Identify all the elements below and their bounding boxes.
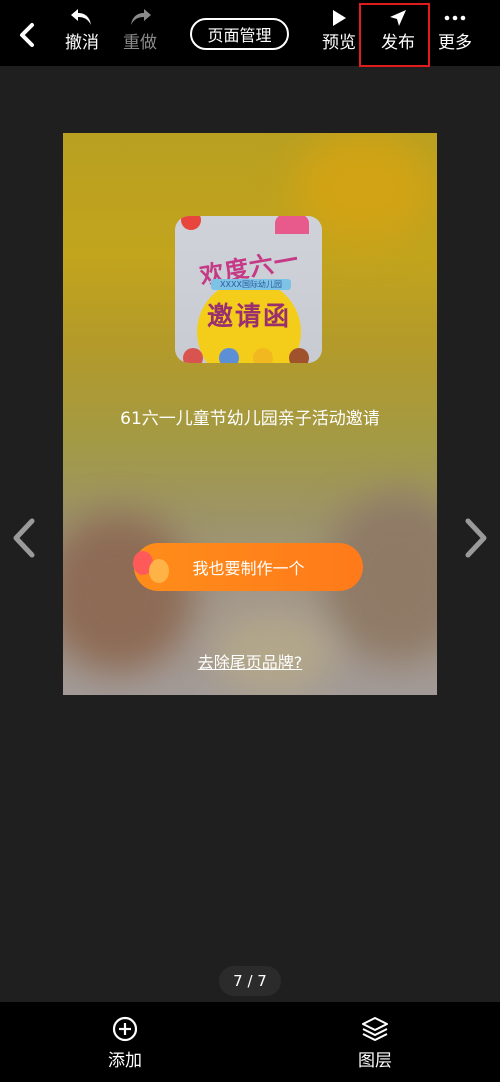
layers-icon <box>362 1017 388 1041</box>
send-icon <box>390 10 406 26</box>
add-button[interactable]: 添加 <box>85 1014 165 1074</box>
undo-arrow-icon <box>71 9 91 25</box>
page-manage-button[interactable]: 页面管理 <box>190 18 289 50</box>
character-decoration <box>183 348 203 363</box>
redo-button[interactable]: 重做 <box>110 6 170 62</box>
publish-label: 发布 <box>381 33 415 53</box>
chevron-right-icon <box>465 518 487 558</box>
undo-label: 撤消 <box>65 33 99 53</box>
more-button[interactable]: 更多 <box>425 6 485 62</box>
undo-button[interactable]: 撤消 <box>52 6 112 62</box>
bottom-toolbar: 添加 图层 <box>0 1002 500 1082</box>
character-decoration <box>289 348 309 363</box>
character-decoration <box>253 348 273 363</box>
top-toolbar: 撤消 重做 页面管理 预览 发布 更多 <box>0 0 500 66</box>
chevron-left-icon <box>13 518 35 558</box>
publish-button[interactable]: 发布 <box>368 6 428 62</box>
plus-circle-icon <box>112 1016 138 1042</box>
next-page-button[interactable] <box>458 513 494 563</box>
prev-page-button[interactable] <box>6 513 42 563</box>
play-icon <box>333 10 346 26</box>
layers-label: 图层 <box>358 1051 392 1071</box>
make-button-label: 我也要制作一个 <box>192 559 305 578</box>
invitation-thumbnail: 欢度六一 XXXX国际幼儿园 邀请函 <box>175 216 322 363</box>
chevron-left-icon <box>20 23 34 47</box>
invitation-title: 61六一儿童节幼儿园亲子活动邀请 <box>120 409 380 429</box>
redo-label: 重做 <box>123 33 157 53</box>
page-canvas[interactable]: 欢度六一 XXXX国际幼儿园 邀请函 61六一儿童节幼儿园亲子活动邀请 我也要制… <box>63 133 437 695</box>
page-indicator: 7 / 7 <box>219 966 281 996</box>
balloon-decoration <box>181 216 201 230</box>
more-dots-icon <box>444 15 466 21</box>
balloon-decoration <box>275 216 309 234</box>
more-label: 更多 <box>438 33 472 53</box>
redo-arrow-icon <box>131 9 151 25</box>
character-decoration <box>219 348 239 363</box>
layers-button[interactable]: 图层 <box>335 1014 415 1074</box>
thumbnail-main-text: 邀请函 <box>206 302 291 332</box>
balloon-decoration <box>149 559 169 583</box>
remove-brand-link[interactable]: 去除尾页品牌? <box>63 649 437 673</box>
add-label: 添加 <box>108 1051 142 1071</box>
thumbnail-subline: XXXX国际幼儿园 <box>211 279 291 290</box>
preview-button[interactable]: 预览 <box>309 6 369 62</box>
preview-label: 预览 <box>322 33 356 53</box>
back-button[interactable] <box>10 18 44 52</box>
